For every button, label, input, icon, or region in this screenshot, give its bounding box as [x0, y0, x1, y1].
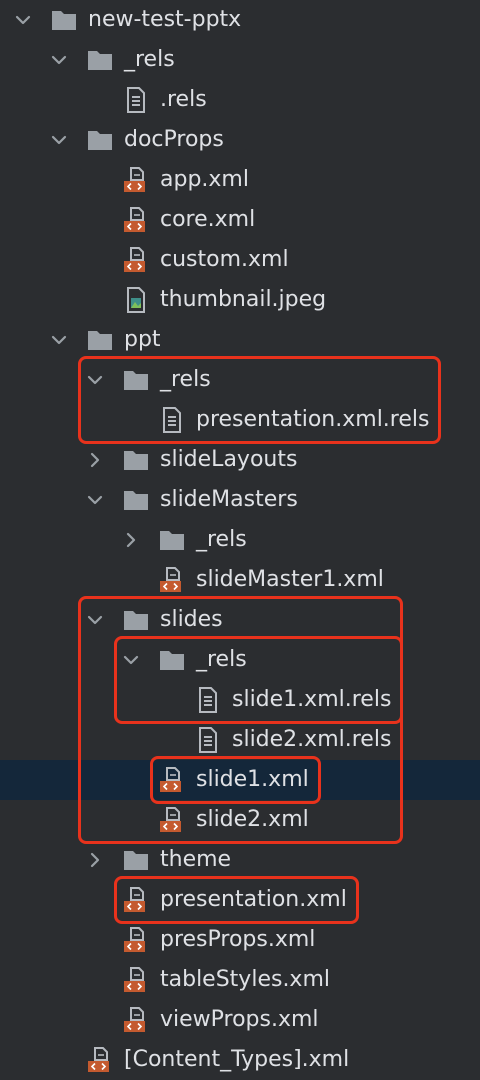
- xml-file-icon: [122, 886, 150, 914]
- tree-file-viewprops-xml[interactable]: viewProps.xml: [0, 1000, 480, 1040]
- text-file-icon: [194, 686, 222, 714]
- tree-item-label: app.xml: [160, 167, 249, 192]
- tree-item-label: .rels: [160, 87, 207, 112]
- tree-item-label: thumbnail.jpeg: [160, 287, 327, 312]
- tree-item-label: slideMasters: [160, 487, 298, 512]
- folder-icon: [86, 46, 114, 74]
- xml-file-icon: [122, 246, 150, 274]
- tree-folder-ppt[interactable]: ppt: [0, 320, 480, 360]
- xml-file-icon: [158, 766, 186, 794]
- tree-file-rels[interactable]: .rels: [0, 80, 480, 120]
- tree-item-label: tableStyles.xml: [160, 967, 330, 992]
- tree-file-slide2-xml-rels[interactable]: slide2.xml.rels: [0, 720, 480, 760]
- tree-item-label: docProps: [124, 127, 224, 152]
- xml-file-icon: [86, 1046, 114, 1074]
- tree-file-slide2-xml[interactable]: slide2.xml: [0, 800, 480, 840]
- tree-item-label: slide2.xml: [196, 807, 309, 832]
- tree-file-app-xml[interactable]: app.xml: [0, 160, 480, 200]
- tree-item-label: core.xml: [160, 207, 256, 232]
- tree-file-core-xml[interactable]: core.xml: [0, 200, 480, 240]
- tree-folder-slidelayouts[interactable]: slideLayouts: [0, 440, 480, 480]
- tree-item-label: presentation.xml: [160, 887, 347, 912]
- tree-item-label: _rels: [124, 47, 175, 72]
- tree-item-label: viewProps.xml: [160, 1007, 319, 1032]
- folder-icon: [122, 486, 150, 514]
- tree-item-label: slide1.xml.rels: [232, 687, 392, 712]
- folder-icon: [86, 126, 114, 154]
- tree-folder-rels[interactable]: _rels: [0, 40, 480, 80]
- xml-file-icon: [158, 806, 186, 834]
- folder-icon: [122, 846, 150, 874]
- tree-file-slide1-xml[interactable]: slide1.xml: [0, 760, 480, 800]
- tree-item-label: theme: [160, 847, 232, 872]
- tree-item-label: slide1.xml: [196, 767, 309, 792]
- tree-file-presentation-xml-rels[interactable]: presentation.xml.rels: [0, 400, 480, 440]
- folder-icon: [122, 606, 150, 634]
- chevron-right-icon[interactable]: [86, 851, 104, 869]
- tree-item-label: presentation.xml.rels: [196, 407, 430, 432]
- xml-file-icon: [158, 566, 186, 594]
- tree-file-tablestyles-xml[interactable]: tableStyles.xml: [0, 960, 480, 1000]
- folder-icon: [158, 526, 186, 554]
- chevron-down-icon[interactable]: [86, 611, 104, 629]
- tree-item-label: presProps.xml: [160, 927, 316, 952]
- tree-item-label: slideMaster1.xml: [196, 567, 384, 592]
- xml-file-icon: [122, 926, 150, 954]
- text-file-icon: [194, 726, 222, 754]
- tree-file-presentation-xml[interactable]: presentation.xml: [0, 880, 480, 920]
- tree-item-label: new-test-pptx: [88, 7, 242, 32]
- tree-folder-rels[interactable]: _rels: [0, 640, 480, 680]
- tree-item-label: [Content_Types].xml: [124, 1047, 350, 1072]
- folder-icon: [50, 6, 78, 34]
- text-file-icon: [158, 406, 186, 434]
- tree-file-slide1-xml-rels[interactable]: slide1.xml.rels: [0, 680, 480, 720]
- xml-file-icon: [122, 166, 150, 194]
- tree-folder-theme[interactable]: theme: [0, 840, 480, 880]
- folder-icon: [158, 646, 186, 674]
- chevron-right-icon[interactable]: [86, 451, 104, 469]
- tree-item-label: custom.xml: [160, 247, 289, 272]
- tree-item-label: _rels: [160, 367, 211, 392]
- tree-item-label: _rels: [196, 647, 247, 672]
- folder-icon: [86, 326, 114, 354]
- image-file-icon: [122, 286, 150, 314]
- chevron-down-icon[interactable]: [50, 331, 68, 349]
- folder-icon: [122, 446, 150, 474]
- tree-folder-rels[interactable]: _rels: [0, 360, 480, 400]
- chevron-right-icon[interactable]: [122, 531, 140, 549]
- chevron-down-icon[interactable]: [86, 491, 104, 509]
- tree-file-custom-xml[interactable]: custom.xml: [0, 240, 480, 280]
- tree-folder-docprops[interactable]: docProps: [0, 120, 480, 160]
- tree-item-label: slideLayouts: [160, 447, 298, 472]
- chevron-down-icon[interactable]: [122, 651, 140, 669]
- tree-item-label: slides: [160, 607, 223, 632]
- tree-folder-new-test-pptx[interactable]: new-test-pptx: [0, 0, 480, 40]
- tree-file-content-types-xml[interactable]: [Content_Types].xml: [0, 1040, 480, 1080]
- xml-file-icon: [122, 206, 150, 234]
- project-file-tree: new-test-pptx _rels .rels docProps app.xml co…: [0, 0, 480, 1080]
- text-file-icon: [122, 86, 150, 114]
- tree-item-label: slide2.xml.rels: [232, 727, 392, 752]
- xml-file-icon: [122, 966, 150, 994]
- xml-file-icon: [122, 1006, 150, 1034]
- folder-icon: [122, 366, 150, 394]
- chevron-down-icon[interactable]: [86, 371, 104, 389]
- chevron-down-icon[interactable]: [14, 11, 32, 29]
- tree-folder-slidemasters[interactable]: slideMasters: [0, 480, 480, 520]
- chevron-down-icon[interactable]: [50, 131, 68, 149]
- tree-folder-slides[interactable]: slides: [0, 600, 480, 640]
- tree-item-label: ppt: [124, 327, 161, 352]
- chevron-down-icon[interactable]: [50, 51, 68, 69]
- tree-file-presprops-xml[interactable]: presProps.xml: [0, 920, 480, 960]
- tree-file-thumbnail-jpeg[interactable]: thumbnail.jpeg: [0, 280, 480, 320]
- tree-item-label: _rels: [196, 527, 247, 552]
- tree-file-slidemaster1-xml[interactable]: slideMaster1.xml: [0, 560, 480, 600]
- tree-folder-rels[interactable]: _rels: [0, 520, 480, 560]
